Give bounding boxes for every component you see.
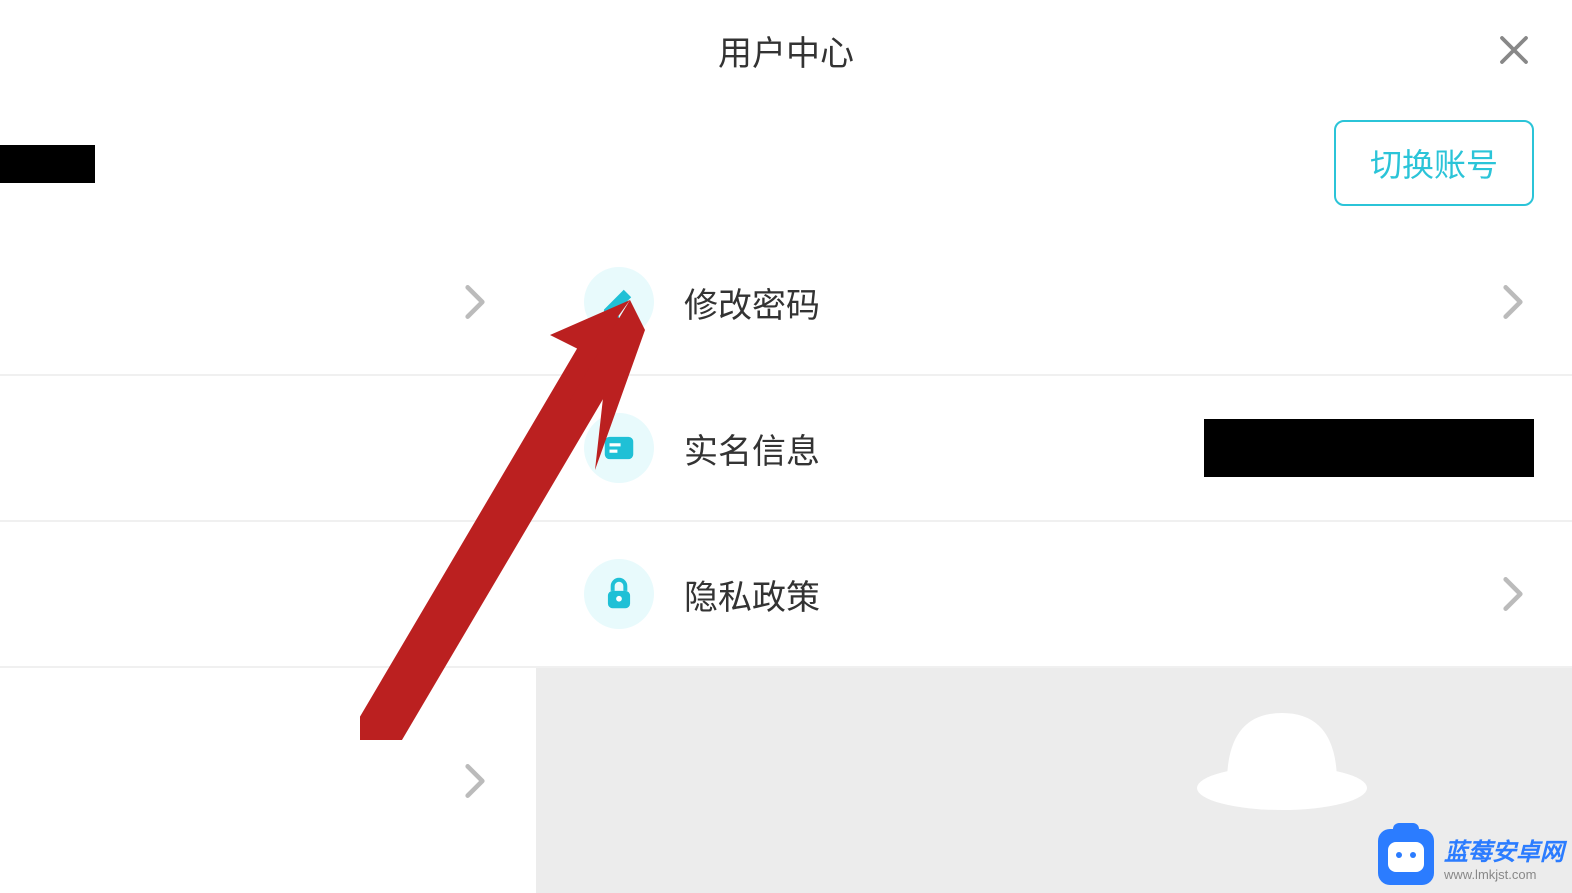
left-nav-item-2[interactable] [0, 376, 536, 520]
hat-shape-decoration [1192, 693, 1372, 813]
watermark-text: 蓝莓安卓网 www.lmkjst.com [1444, 832, 1564, 882]
id-card-icon [584, 413, 654, 483]
edit-icon [584, 267, 654, 337]
chevron-right-icon [1502, 283, 1524, 321]
watermark-name: 蓝莓安卓网 [1444, 832, 1564, 867]
watermark-url: www.lmkjst.com [1444, 867, 1564, 882]
lock-icon [584, 559, 654, 629]
close-button[interactable] [1494, 32, 1534, 72]
watermark-logo-icon [1378, 829, 1434, 885]
account-bar: 切换账号 [0, 100, 1572, 230]
left-column [0, 230, 536, 893]
page-title: 用户中心 [718, 26, 854, 75]
chevron-right-icon [464, 762, 486, 800]
redacted-username [0, 145, 95, 183]
menu-label-privacy: 隐私政策 [684, 570, 1502, 619]
chevron-right-icon [464, 283, 486, 321]
watermark: 蓝莓安卓网 www.lmkjst.com [1378, 829, 1564, 885]
header: 用户中心 [0, 0, 1572, 100]
close-icon [1496, 32, 1532, 73]
switch-account-button[interactable]: 切换账号 [1334, 120, 1534, 206]
right-column: 修改密码 实名信息 隐私政策 [536, 230, 1572, 893]
menu-item-real-name[interactable]: 实名信息 [536, 376, 1572, 520]
left-nav-item-1[interactable] [0, 230, 536, 374]
left-nav-item-3[interactable] [0, 522, 536, 666]
menu-item-change-password[interactable]: 修改密码 [536, 230, 1572, 374]
chevron-right-icon [1502, 575, 1524, 613]
redacted-real-name-value [1204, 419, 1534, 477]
left-nav-item-4[interactable] [0, 668, 536, 893]
menu-item-privacy[interactable]: 隐私政策 [536, 522, 1572, 666]
content-columns: 修改密码 实名信息 隐私政策 [0, 230, 1572, 893]
menu-label-change-password: 修改密码 [684, 278, 1502, 327]
